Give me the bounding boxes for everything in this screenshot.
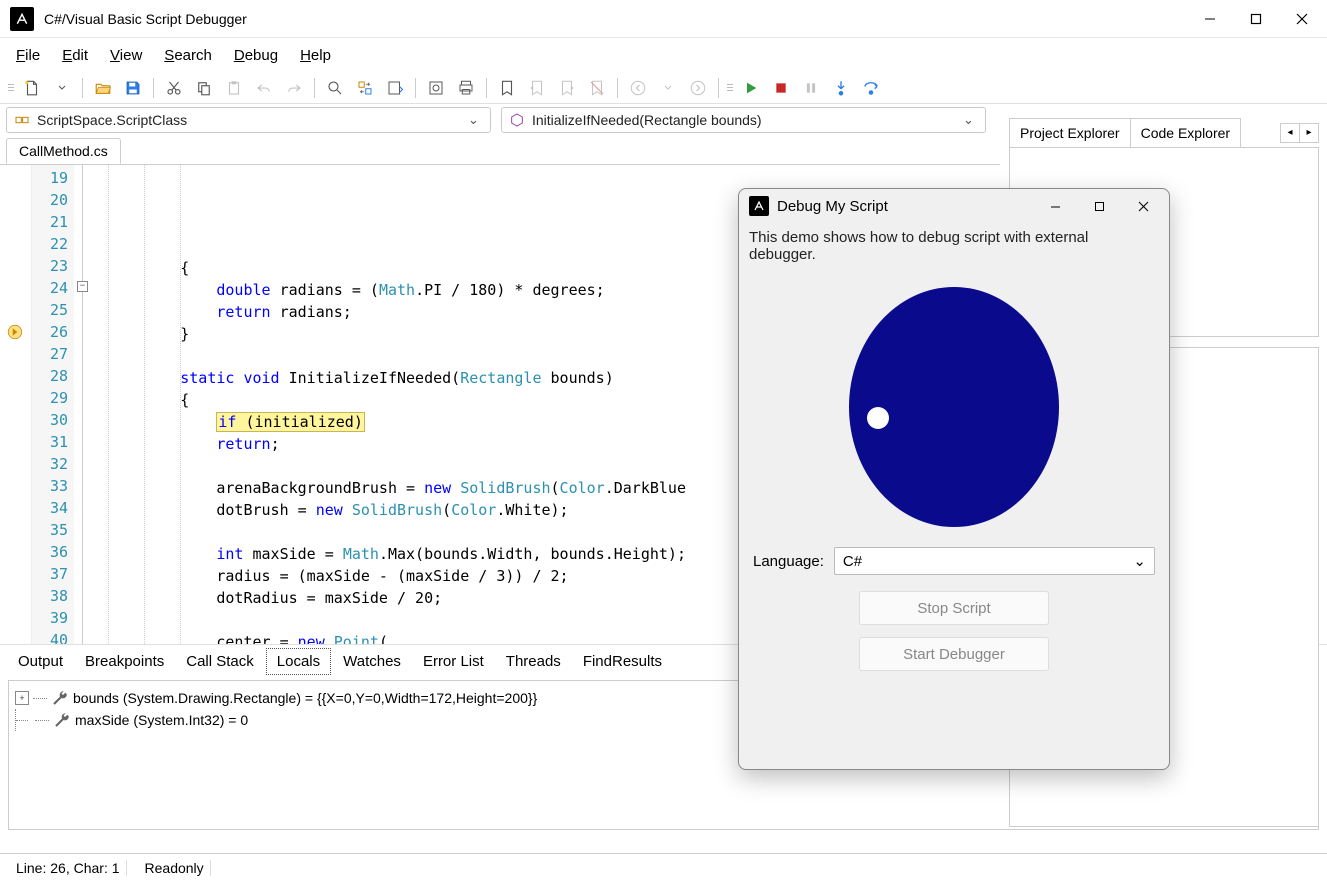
language-label: Language: bbox=[753, 553, 824, 570]
new-file-button[interactable] bbox=[18, 75, 46, 101]
maximize-button[interactable] bbox=[1233, 0, 1279, 38]
save-button[interactable] bbox=[119, 75, 147, 101]
fold-toggle[interactable]: − bbox=[77, 281, 88, 292]
float-minimize-button[interactable] bbox=[1033, 191, 1077, 221]
debug-script-window[interactable]: Debug My Script This demo shows how to d… bbox=[738, 188, 1170, 770]
goto-button[interactable] bbox=[381, 75, 409, 101]
language-value: C# bbox=[843, 553, 862, 570]
arena-circle bbox=[849, 287, 1059, 527]
step-over-button[interactable] bbox=[857, 75, 885, 101]
menubar: File Edit View Search Debug Help bbox=[0, 38, 1327, 72]
class-icon bbox=[13, 111, 31, 129]
run-button[interactable] bbox=[737, 75, 765, 101]
close-button[interactable] bbox=[1279, 0, 1325, 38]
stop-button[interactable] bbox=[767, 75, 795, 101]
dot-circle bbox=[867, 407, 889, 429]
menu-view[interactable]: View bbox=[110, 47, 142, 64]
menu-edit[interactable]: Edit bbox=[62, 47, 88, 64]
chevron-down-icon: ⌄ bbox=[468, 112, 484, 128]
replace-button[interactable] bbox=[351, 75, 379, 101]
method-combo-text: InitializeIfNeeded(Rectangle bounds) bbox=[532, 112, 963, 128]
bottom-tab-findresults[interactable]: FindResults bbox=[573, 649, 672, 674]
nav-back-button[interactable] bbox=[624, 75, 652, 101]
editor-tab[interactable]: CallMethod.cs bbox=[6, 138, 121, 164]
float-canvas bbox=[739, 277, 1169, 537]
breakpoint-margin[interactable] bbox=[0, 165, 32, 644]
minimize-button[interactable] bbox=[1187, 0, 1233, 38]
float-titlebar[interactable]: Debug My Script bbox=[739, 189, 1169, 223]
bottom-tab-error-list[interactable]: Error List bbox=[413, 649, 494, 674]
menu-search[interactable]: Search bbox=[164, 47, 212, 64]
app-icon bbox=[749, 196, 769, 216]
chevron-down-icon: ⌄ bbox=[963, 112, 979, 128]
bookmark-next-button[interactable] bbox=[553, 75, 581, 101]
tab-project-explorer[interactable]: Project Explorer bbox=[1009, 118, 1131, 147]
bookmark-prev-button[interactable] bbox=[523, 75, 551, 101]
bottom-tab-watches[interactable]: Watches bbox=[333, 649, 411, 674]
paste-button[interactable] bbox=[220, 75, 248, 101]
step-into-button[interactable] bbox=[827, 75, 855, 101]
bottom-tab-call-stack[interactable]: Call Stack bbox=[176, 649, 264, 674]
float-description: This demo shows how to debug script with… bbox=[739, 223, 1169, 269]
redo-button[interactable] bbox=[280, 75, 308, 101]
bottom-tab-threads[interactable]: Threads bbox=[496, 649, 571, 674]
statusbar: Line: 26, Char: 1 Readonly bbox=[0, 853, 1327, 881]
bottom-tab-locals[interactable]: Locals bbox=[266, 648, 331, 675]
locals-text: bounds (System.Drawing.Rectangle) = {{X=… bbox=[73, 690, 537, 706]
expand-toggle[interactable]: + bbox=[15, 691, 29, 705]
float-close-button[interactable] bbox=[1121, 191, 1165, 221]
method-combo[interactable]: InitializeIfNeeded(Rectangle bounds) ⌄ bbox=[501, 107, 986, 133]
line-gutter: 1920212223242526272829303132333435363738… bbox=[32, 165, 74, 644]
nav-fwd-button[interactable] bbox=[684, 75, 712, 101]
stop-script-button[interactable]: Stop Script bbox=[859, 591, 1049, 625]
locals-text: maxSide (System.Int32) = 0 bbox=[75, 712, 248, 728]
toolbar bbox=[0, 72, 1327, 104]
language-select[interactable]: C# ⌄ bbox=[834, 547, 1155, 575]
pause-button[interactable] bbox=[797, 75, 825, 101]
preview-button[interactable] bbox=[422, 75, 450, 101]
float-maximize-button[interactable] bbox=[1077, 191, 1121, 221]
chevron-down-icon: ⌄ bbox=[1133, 552, 1146, 570]
menu-file[interactable]: File bbox=[16, 47, 40, 64]
nav-back-dropdown[interactable] bbox=[654, 75, 682, 101]
undo-button[interactable] bbox=[250, 75, 278, 101]
titlebar: C#/Visual Basic Script Debugger bbox=[0, 0, 1327, 38]
menu-debug[interactable]: Debug bbox=[234, 47, 278, 64]
class-combo[interactable]: ScriptSpace.ScriptClass ⌄ bbox=[6, 107, 491, 133]
start-debugger-button[interactable]: Start Debugger bbox=[859, 637, 1049, 671]
print-button[interactable] bbox=[452, 75, 480, 101]
status-mode: Readonly bbox=[139, 860, 211, 876]
tab-scroll-left[interactable]: ◂ bbox=[1280, 123, 1300, 143]
method-icon bbox=[508, 111, 526, 129]
bottom-tab-output[interactable]: Output bbox=[8, 649, 73, 674]
bookmark-toggle-button[interactable] bbox=[493, 75, 521, 101]
tab-code-explorer[interactable]: Code Explorer bbox=[1130, 118, 1242, 147]
menu-help[interactable]: Help bbox=[300, 47, 331, 64]
tab-scroll-right[interactable]: ▸ bbox=[1299, 123, 1319, 143]
app-icon bbox=[10, 7, 34, 31]
class-combo-text: ScriptSpace.ScriptClass bbox=[37, 112, 468, 128]
copy-button[interactable] bbox=[190, 75, 218, 101]
cut-button[interactable] bbox=[160, 75, 188, 101]
status-position: Line: 26, Char: 1 bbox=[10, 860, 127, 876]
fold-column[interactable]: − bbox=[74, 165, 108, 644]
window-title: C#/Visual Basic Script Debugger bbox=[44, 11, 247, 27]
new-dropdown[interactable] bbox=[48, 75, 76, 101]
bottom-tab-breakpoints[interactable]: Breakpoints bbox=[75, 649, 174, 674]
bookmark-clear-button[interactable] bbox=[583, 75, 611, 101]
find-button[interactable] bbox=[321, 75, 349, 101]
float-title: Debug My Script bbox=[777, 198, 888, 215]
open-button[interactable] bbox=[89, 75, 117, 101]
